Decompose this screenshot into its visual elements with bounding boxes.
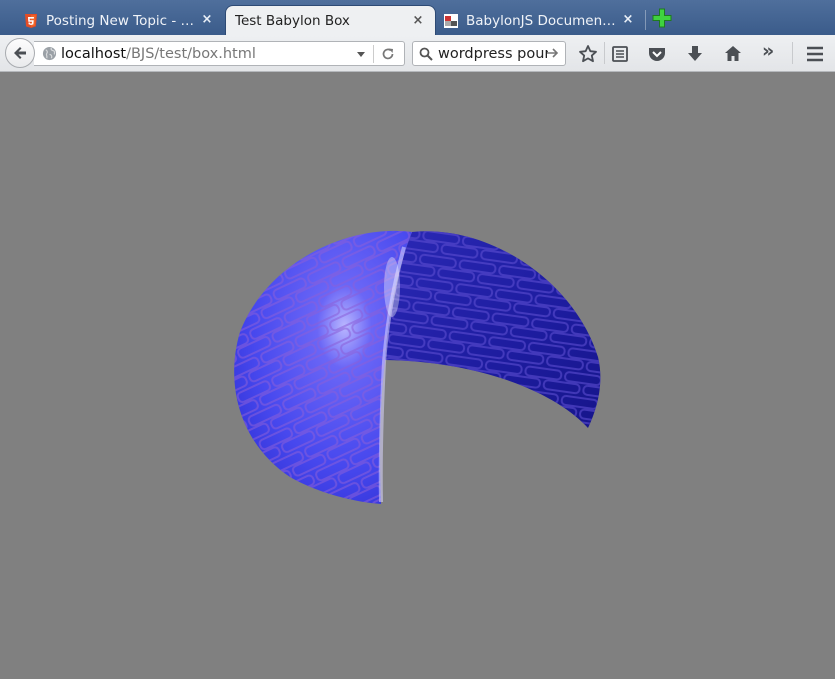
reader-icon[interactable]	[610, 44, 630, 64]
search-input[interactable]: wordpress pour	[412, 41, 566, 66]
globe-icon	[42, 46, 57, 61]
chevron-down-icon[interactable]	[356, 49, 366, 59]
divider	[604, 42, 605, 64]
download-icon[interactable]	[685, 44, 705, 64]
tab-posting-new-topic[interactable]: Posting New Topic - … ×	[0, 5, 224, 36]
divider	[373, 45, 374, 63]
back-arrow-icon	[14, 47, 26, 59]
tab-title: BabylonJS Documen…	[466, 12, 616, 29]
tab-strip: Posting New Topic - … × Test Babylon Box…	[0, 0, 835, 36]
search-value: wordpress pour	[438, 45, 548, 62]
divider	[792, 42, 793, 64]
home-icon[interactable]	[723, 44, 743, 64]
reload-icon[interactable]	[381, 47, 395, 61]
plus-icon[interactable]	[652, 8, 672, 28]
tab-test-babylon-box[interactable]: Test Babylon Box ×	[225, 5, 436, 36]
url-path: /BJS/test/box.html	[126, 45, 256, 62]
search-icon	[419, 47, 433, 61]
back-button[interactable]	[5, 38, 35, 68]
mesh-inner-texture	[385, 231, 601, 428]
mesh-specular	[384, 257, 400, 317]
menu-icon[interactable]	[805, 44, 825, 64]
tab-babylonjs-documentation[interactable]: BabylonJS Documen… ×	[420, 5, 645, 36]
babylon-render-canvas[interactable]	[0, 72, 835, 679]
pocket-icon[interactable]	[647, 44, 667, 64]
navigation-toolbar: localhost/BJS/test/box.html wordpress po…	[0, 35, 835, 72]
close-icon[interactable]: ×	[200, 13, 214, 27]
arrow-right-icon[interactable]	[546, 46, 560, 60]
tab-title: Test Babylon Box	[235, 13, 350, 29]
url-host: localhost	[61, 45, 127, 62]
html5-icon	[25, 14, 37, 28]
rendered-hemisphere-mesh	[234, 230, 601, 504]
overflow-button[interactable]: »	[762, 40, 782, 62]
tab-title: Posting New Topic - …	[46, 12, 195, 29]
star-icon[interactable]	[578, 44, 598, 64]
tab-separator	[645, 10, 646, 30]
babylon-favicon	[444, 14, 458, 28]
close-icon[interactable]: ×	[621, 13, 635, 27]
url-bar[interactable]: localhost/BJS/test/box.html	[34, 41, 405, 66]
